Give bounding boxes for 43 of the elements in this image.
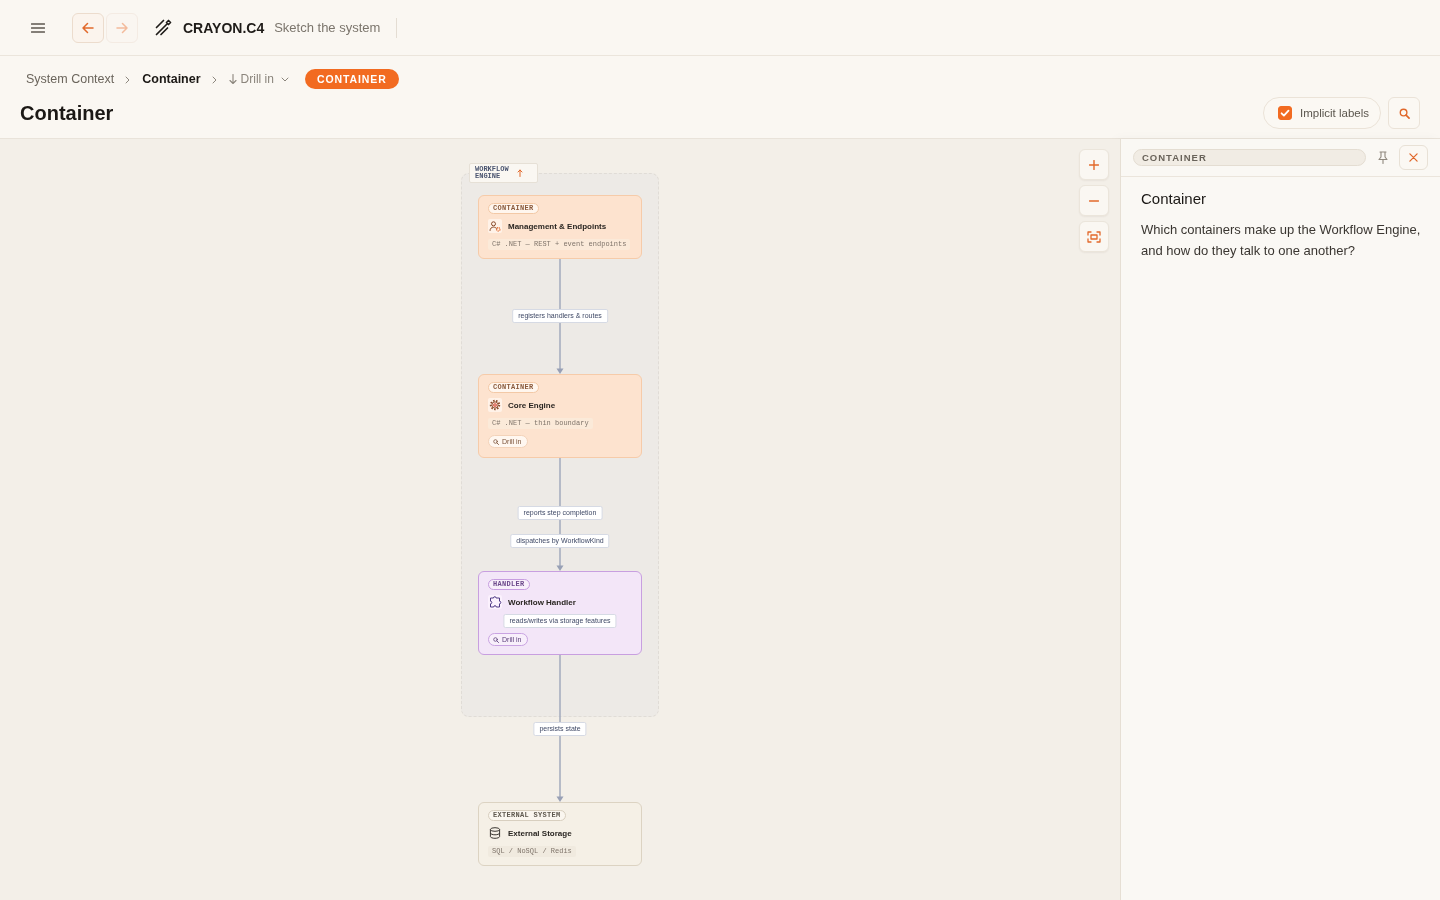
fit-view-button[interactable] — [1079, 221, 1109, 252]
zoom-out-button[interactable] — [1079, 185, 1109, 216]
arrow-right-icon — [116, 21, 128, 34]
chevron-right-icon — [211, 76, 217, 84]
node-title: Workflow Handler — [508, 597, 576, 607]
arrow-up-icon[interactable] — [516, 169, 523, 177]
checkbox[interactable] — [1277, 106, 1292, 120]
pin-icon[interactable] — [1378, 151, 1388, 164]
database-icon — [489, 827, 501, 839]
gear-icon — [488, 398, 502, 412]
level-chip: CONTAINER — [1133, 149, 1366, 166]
zoom-in-button[interactable] — [1079, 149, 1109, 180]
minus-icon — [1089, 199, 1099, 202]
panel-description: Which containers make up the Workflow Engine, and how do they talk to one another? — [1141, 221, 1422, 260]
search-icon — [1398, 107, 1410, 119]
brand-name: CRAYON.C4 — [183, 19, 265, 36]
fit-frame-icon — [1087, 230, 1101, 243]
search-button[interactable] — [1388, 97, 1420, 129]
node-title: Management & Endpoints — [508, 221, 607, 231]
implicit-labels-toggle[interactable]: Implicit labels — [1262, 97, 1381, 129]
level-badge: CONTAINER — [304, 69, 399, 89]
caret-icon — [280, 76, 289, 82]
people-gear-icon — [488, 219, 502, 233]
node-title: External Storage — [508, 828, 572, 838]
search-icon — [493, 636, 499, 643]
menu-icon[interactable] — [31, 22, 45, 33]
node-title: Core Engine — [508, 400, 556, 410]
arrow-left-icon — [82, 21, 94, 34]
tagline: Sketch the system — [274, 20, 381, 35]
plus-icon — [1089, 159, 1099, 170]
pencil-logo-icon — [155, 19, 172, 36]
close-button[interactable] — [1399, 145, 1428, 170]
arrow-down-icon — [228, 74, 237, 84]
breadcrumb-link[interactable]: System Context — [26, 72, 115, 86]
chevron-right-icon — [125, 76, 131, 84]
breadcrumb-link[interactable]: Container — [142, 72, 201, 86]
puzzle-piece-icon — [488, 595, 502, 609]
drill-in-dropdown[interactable]: Drill in — [228, 72, 289, 86]
back-button[interactable] — [72, 12, 104, 43]
panel-title: Container — [1141, 189, 1208, 209]
close-icon — [1409, 153, 1418, 162]
page-title: Container — [20, 101, 115, 125]
search-icon — [493, 438, 499, 445]
